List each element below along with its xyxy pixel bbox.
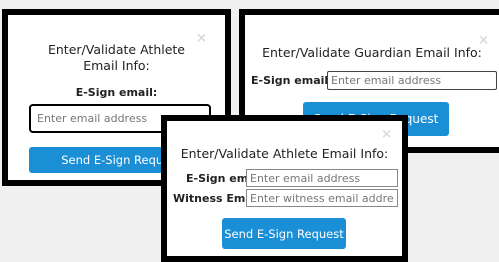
athlete-witness-email-dialog: × Enter/Validate Athlete Email Info: E-S…: [161, 115, 408, 262]
esign-email-input[interactable]: [327, 71, 497, 90]
dialog-title: Enter/Validate Guardian Email Info:: [262, 45, 482, 60]
witness-email-input[interactable]: [246, 189, 398, 207]
esign-email-label: E-Sign email:: [251, 74, 333, 87]
dialog-title: Enter/Validate Athlete Email Info:: [47, 42, 186, 73]
send-esign-request-button[interactable]: Send E-Sign Request: [222, 218, 346, 249]
close-icon[interactable]: ×: [381, 128, 392, 141]
esign-email-input[interactable]: [246, 169, 398, 187]
dialog-title: Enter/Validate Athlete Email Info:: [180, 146, 389, 161]
esign-email-label: E-Sign email:: [75, 86, 158, 99]
